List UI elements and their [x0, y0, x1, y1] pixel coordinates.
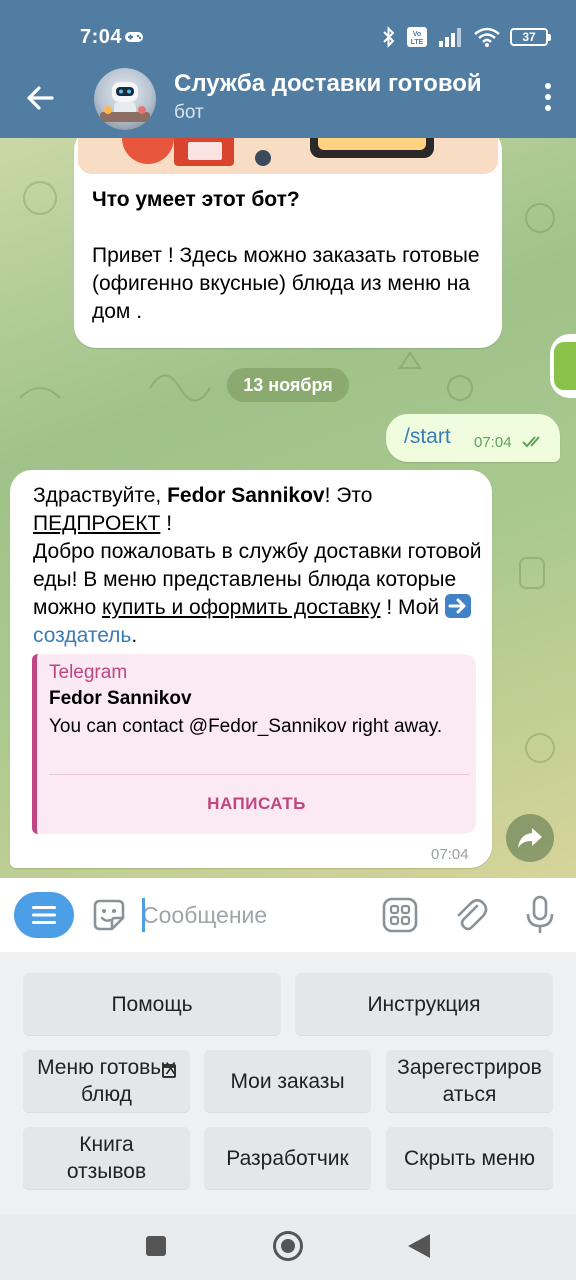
status-time: 7:04 [80, 26, 123, 48]
message-input[interactable] [142, 894, 362, 936]
app-bar: 7:04 Vo LTE 37 Служба доставки готовой б… [0, 0, 576, 138]
svg-text:LTE: LTE [411, 39, 424, 46]
help-button[interactable]: Помощь [23, 973, 281, 1035]
signal-icon [439, 28, 461, 47]
battery-indicator: 37 [510, 28, 551, 46]
outgoing-message[interactable]: /start 07:04 [386, 414, 560, 462]
preview-description: You can contact @Fedor_Sannikov right aw… [49, 716, 443, 737]
right-arrow-emoji-icon [444, 594, 471, 618]
preview-title: Fedor Sannikov [49, 688, 192, 709]
svg-text:DELIVERY: DELIVERY [187, 138, 222, 140]
wifi-icon [474, 27, 500, 47]
status-bar: 7:04 Vo LTE 37 [0, 0, 576, 70]
status-icons: Vo LTE 37 [382, 24, 551, 50]
instructions-button[interactable]: Инструкция [295, 973, 553, 1035]
read-checkmarks-icon [522, 436, 540, 448]
greeting-tail: ! Это [324, 484, 373, 507]
date-separator: 13 ноября [227, 368, 349, 402]
bot-avatar[interactable] [94, 68, 156, 130]
chat-area[interactable]: DELIVERY Что умеет этот бот? Привет ! Зд… [0, 138, 576, 878]
message-time: 07:04 [431, 846, 469, 863]
share-button[interactable] [506, 814, 554, 862]
order-link[interactable]: купить и оформить доставку [102, 596, 380, 619]
intro-illustration: DELIVERY [78, 138, 498, 174]
menu-button[interactable]: Меню готовых блюд [23, 1050, 190, 1112]
link-preview[interactable]: Telegram Fedor Sannikov You can contact … [32, 654, 476, 834]
developer-button[interactable]: Разработчик [204, 1127, 371, 1189]
bluetooth-icon [383, 26, 395, 48]
bot-commands-icon[interactable] [382, 897, 418, 933]
app-icon [554, 342, 576, 390]
incoming-message[interactable]: Здраствуйте, Fedor Sannikov! Это ПЕДПРОЕК… [10, 470, 492, 868]
sticker-emoji-icon[interactable] [90, 896, 128, 934]
hide-menu-button[interactable]: Скрыть меню [386, 1127, 553, 1189]
register-button[interactable]: Зарегестрироваться [386, 1050, 553, 1112]
bot-menu-button[interactable] [14, 892, 74, 938]
robot-icon [100, 82, 150, 122]
bot-intro-card: DELIVERY Что умеет этот бот? Привет ! Зд… [74, 138, 502, 348]
gamepad-icon [125, 32, 143, 42]
reviews-button[interactable]: Книга отзывов [23, 1127, 190, 1189]
back-triangle-icon[interactable] [408, 1234, 430, 1258]
user-name: Fedor Sannikov [167, 484, 325, 507]
greeting-text: Здраствуйте, [33, 484, 168, 507]
intro-text: Привет ! Здесь можно заказать готовые (о… [92, 244, 480, 323]
message-composer [0, 878, 576, 952]
intro-title: Что умеет этот бот? [92, 188, 300, 211]
my-orders-button[interactable]: Мои заказы [204, 1050, 371, 1112]
chat-title[interactable]: Служба доставки готовой [174, 70, 504, 98]
microphone-icon[interactable] [524, 894, 556, 936]
message-time: 07:04 [474, 434, 512, 451]
creator-link[interactable]: создатель [33, 624, 131, 647]
outgoing-command[interactable]: /start [404, 425, 451, 449]
message-end: . [131, 624, 138, 647]
preview-divider [49, 774, 469, 775]
project-tail: ! [160, 512, 173, 535]
bot-keyboard: Помощь Инструкция Меню готовых блюд Мои … [0, 952, 576, 1214]
back-arrow-icon[interactable] [22, 80, 58, 116]
side-app-shortcut[interactable] [550, 334, 576, 398]
creator-prefix: ! Мой [380, 596, 445, 619]
more-vert-icon[interactable] [542, 82, 554, 112]
volte-icon: Vo LTE [407, 27, 427, 47]
recents-icon[interactable] [146, 1236, 166, 1256]
menu-icon [32, 906, 56, 924]
write-button[interactable]: НАПИСАТЬ [37, 776, 476, 832]
chat-subtitle: бот [174, 102, 204, 123]
preview-site-name: Telegram [49, 662, 128, 683]
attach-paperclip-icon[interactable] [452, 894, 488, 934]
incoming-message-text: Здраствуйте, Fedor Sannikov! Это ПЕДПРОЕК… [33, 482, 483, 650]
battery-level: 37 [522, 30, 536, 44]
home-icon[interactable] [273, 1231, 303, 1261]
chat-header[interactable]: Служба доставки готовой бот [0, 62, 576, 138]
share-arrow-icon [518, 828, 542, 848]
menu-button-label: Меню готовых блюд [37, 1056, 176, 1106]
text-cursor [142, 898, 145, 932]
system-nav-bar [0, 1214, 576, 1280]
project-name: ПЕДПРОЕКТ [33, 512, 161, 535]
svg-text:Vo: Vo [413, 31, 421, 38]
web-app-icon [162, 1064, 176, 1078]
